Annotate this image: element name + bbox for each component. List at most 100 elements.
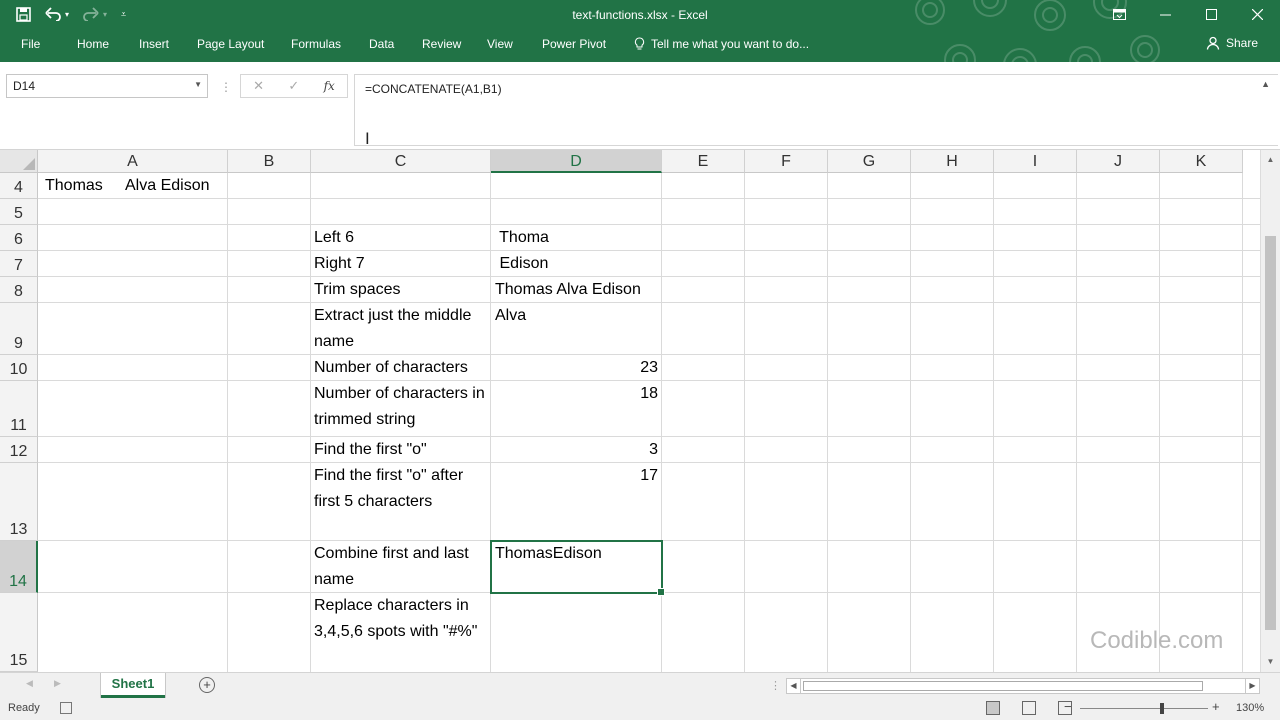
- vertical-scrollbar[interactable]: ▲ ▼: [1260, 150, 1280, 672]
- cell-c15[interactable]: Replace characters in 3,4,5,6 spots with…: [311, 593, 491, 645]
- formula-bar-grip[interactable]: ⋮: [220, 80, 232, 94]
- select-all-button[interactable]: [0, 150, 38, 173]
- row-header[interactable]: 7: [0, 251, 38, 277]
- cell-c10[interactable]: Number of characters: [311, 355, 471, 381]
- tab-split-handle[interactable]: ⋮: [770, 679, 781, 692]
- column-header-j[interactable]: J: [1077, 150, 1160, 173]
- window-controls: [1096, 2, 1280, 26]
- collapse-formula-bar-icon[interactable]: ▲: [1261, 79, 1270, 89]
- tab-review[interactable]: Review: [422, 37, 461, 51]
- insert-function-icon[interactable]: fx: [324, 79, 335, 93]
- cell-d11[interactable]: 18: [491, 381, 661, 407]
- column-header-i[interactable]: I: [994, 150, 1077, 173]
- zoom-track: [1080, 708, 1208, 709]
- column-header-h[interactable]: H: [911, 150, 994, 173]
- minimize-icon[interactable]: [1142, 2, 1188, 26]
- zoom-slider[interactable]: − +: [1064, 699, 1224, 717]
- row-header[interactable]: 9: [0, 303, 38, 355]
- tab-home[interactable]: Home: [77, 37, 109, 51]
- column-header-k[interactable]: K: [1160, 150, 1243, 173]
- cell-d13[interactable]: 17: [491, 463, 661, 489]
- tab-page-layout[interactable]: Page Layout: [197, 37, 264, 51]
- document-title: text-functions.xlsx - Excel: [572, 8, 708, 22]
- row-header[interactable]: 6: [0, 225, 38, 251]
- tab-insert[interactable]: Insert: [139, 37, 169, 51]
- cell-d12[interactable]: 3: [491, 437, 661, 463]
- row-header[interactable]: 14: [0, 541, 38, 593]
- cell-d9[interactable]: Alva: [492, 303, 529, 329]
- cell-c12[interactable]: Find the first "o": [311, 437, 430, 463]
- scroll-down-icon[interactable]: ▼: [1261, 654, 1280, 670]
- row-header[interactable]: 15: [0, 593, 38, 672]
- horizontal-scroll-thumb[interactable]: [803, 681, 1203, 691]
- cell-d10[interactable]: 23: [491, 355, 661, 381]
- watermark: Codible.com: [1090, 627, 1224, 654]
- view-buttons: [986, 701, 1072, 715]
- row-header[interactable]: 11: [0, 381, 38, 437]
- normal-view-icon[interactable]: [986, 701, 1000, 715]
- vertical-scroll-thumb[interactable]: [1265, 236, 1276, 630]
- row-header[interactable]: 5: [0, 199, 38, 225]
- row-header[interactable]: 12: [0, 437, 38, 463]
- enter-icon[interactable]: ✓: [288, 78, 299, 94]
- sheet-tab-sheet1[interactable]: Sheet1: [101, 673, 165, 698]
- tab-view[interactable]: View: [487, 37, 513, 51]
- cell-c9[interactable]: Extract just the middle name: [311, 303, 491, 355]
- column-header-b[interactable]: B: [228, 150, 311, 173]
- status-bar: Ready − + 130%: [0, 698, 1280, 720]
- row-header[interactable]: 10: [0, 355, 38, 381]
- cell-c7[interactable]: Right 7: [311, 251, 368, 277]
- next-sheet-icon[interactable]: ▶: [54, 678, 61, 689]
- tab-formulas[interactable]: Formulas: [291, 37, 341, 51]
- name-box-dropdown-icon[interactable]: ▼: [194, 80, 202, 89]
- cell-c11[interactable]: Number of characters in trimmed string: [311, 381, 491, 433]
- cell-d7[interactable]: Edison: [492, 251, 551, 277]
- row-header[interactable]: 8: [0, 277, 38, 303]
- cell-c8[interactable]: Trim spaces: [311, 277, 404, 303]
- tell-me-search[interactable]: Tell me what you want to do...: [634, 37, 809, 51]
- cell-c13[interactable]: Find the first "o" after first 5 charact…: [311, 463, 491, 515]
- cell-c6[interactable]: Left 6: [311, 225, 357, 251]
- row-header[interactable]: 4: [0, 173, 38, 199]
- zoom-level[interactable]: 130%: [1236, 702, 1264, 714]
- zoom-knob[interactable]: [1160, 703, 1164, 714]
- horizontal-scrollbar[interactable]: ◀ ▶: [786, 678, 1260, 694]
- formula-input[interactable]: =CONCATENATE(A1,B1) ▲: [354, 74, 1278, 146]
- cell-a4-continued: Alva Edison: [125, 177, 210, 194]
- cell-c14[interactable]: Combine first and last name: [311, 541, 491, 593]
- tab-file[interactable]: File: [21, 37, 40, 51]
- scroll-right-icon[interactable]: ▶: [1245, 679, 1259, 693]
- zoom-out-icon[interactable]: −: [1064, 699, 1072, 714]
- new-sheet-icon[interactable]: +: [199, 677, 215, 693]
- previous-sheet-icon[interactable]: ◀: [26, 678, 33, 689]
- sheet-tab-bar: ◀ ▶ Sheet1 + ⋮ ◀ ▶: [0, 672, 1280, 698]
- column-header-d[interactable]: D: [491, 150, 662, 173]
- share-button[interactable]: Share: [1206, 36, 1258, 50]
- tab-power-pivot[interactable]: Power Pivot: [542, 37, 606, 51]
- cell-d6[interactable]: Thoma: [492, 225, 552, 251]
- title-bar: ▾ ▾ ⩡ text-functions.xlsx - Excel File H…: [0, 0, 1280, 62]
- ribbon-display-options-icon[interactable]: [1096, 2, 1142, 26]
- scroll-up-icon[interactable]: ▲: [1261, 152, 1280, 168]
- cell-d8[interactable]: Thomas Alva Edison: [492, 277, 644, 303]
- column-header-f[interactable]: F: [745, 150, 828, 173]
- tab-data[interactable]: Data: [369, 37, 394, 51]
- gridlines: [38, 173, 1260, 672]
- column-header-g[interactable]: G: [828, 150, 911, 173]
- macro-recording-icon[interactable]: [60, 702, 72, 714]
- close-icon[interactable]: [1234, 2, 1280, 26]
- cell-a4[interactable]: Thomas: [42, 173, 106, 199]
- cancel-icon[interactable]: ✕: [253, 78, 264, 94]
- page-layout-view-icon[interactable]: [1022, 701, 1036, 715]
- text-cursor-icon: I: [365, 129, 370, 148]
- maximize-icon[interactable]: [1188, 2, 1234, 26]
- row-header[interactable]: 13: [0, 463, 38, 541]
- column-header-e[interactable]: E: [662, 150, 745, 173]
- zoom-in-icon[interactable]: +: [1212, 699, 1220, 714]
- scroll-left-icon[interactable]: ◀: [787, 679, 801, 693]
- name-box[interactable]: D14 ▼: [6, 74, 208, 98]
- column-header-c[interactable]: C: [311, 150, 491, 173]
- column-header-a[interactable]: A: [38, 150, 228, 173]
- cell-d14[interactable]: ThomasEdison: [492, 541, 605, 567]
- worksheet-grid[interactable]: A B C D E F G H I J K 4 5 6 7 8 9 10 11 …: [0, 150, 1260, 672]
